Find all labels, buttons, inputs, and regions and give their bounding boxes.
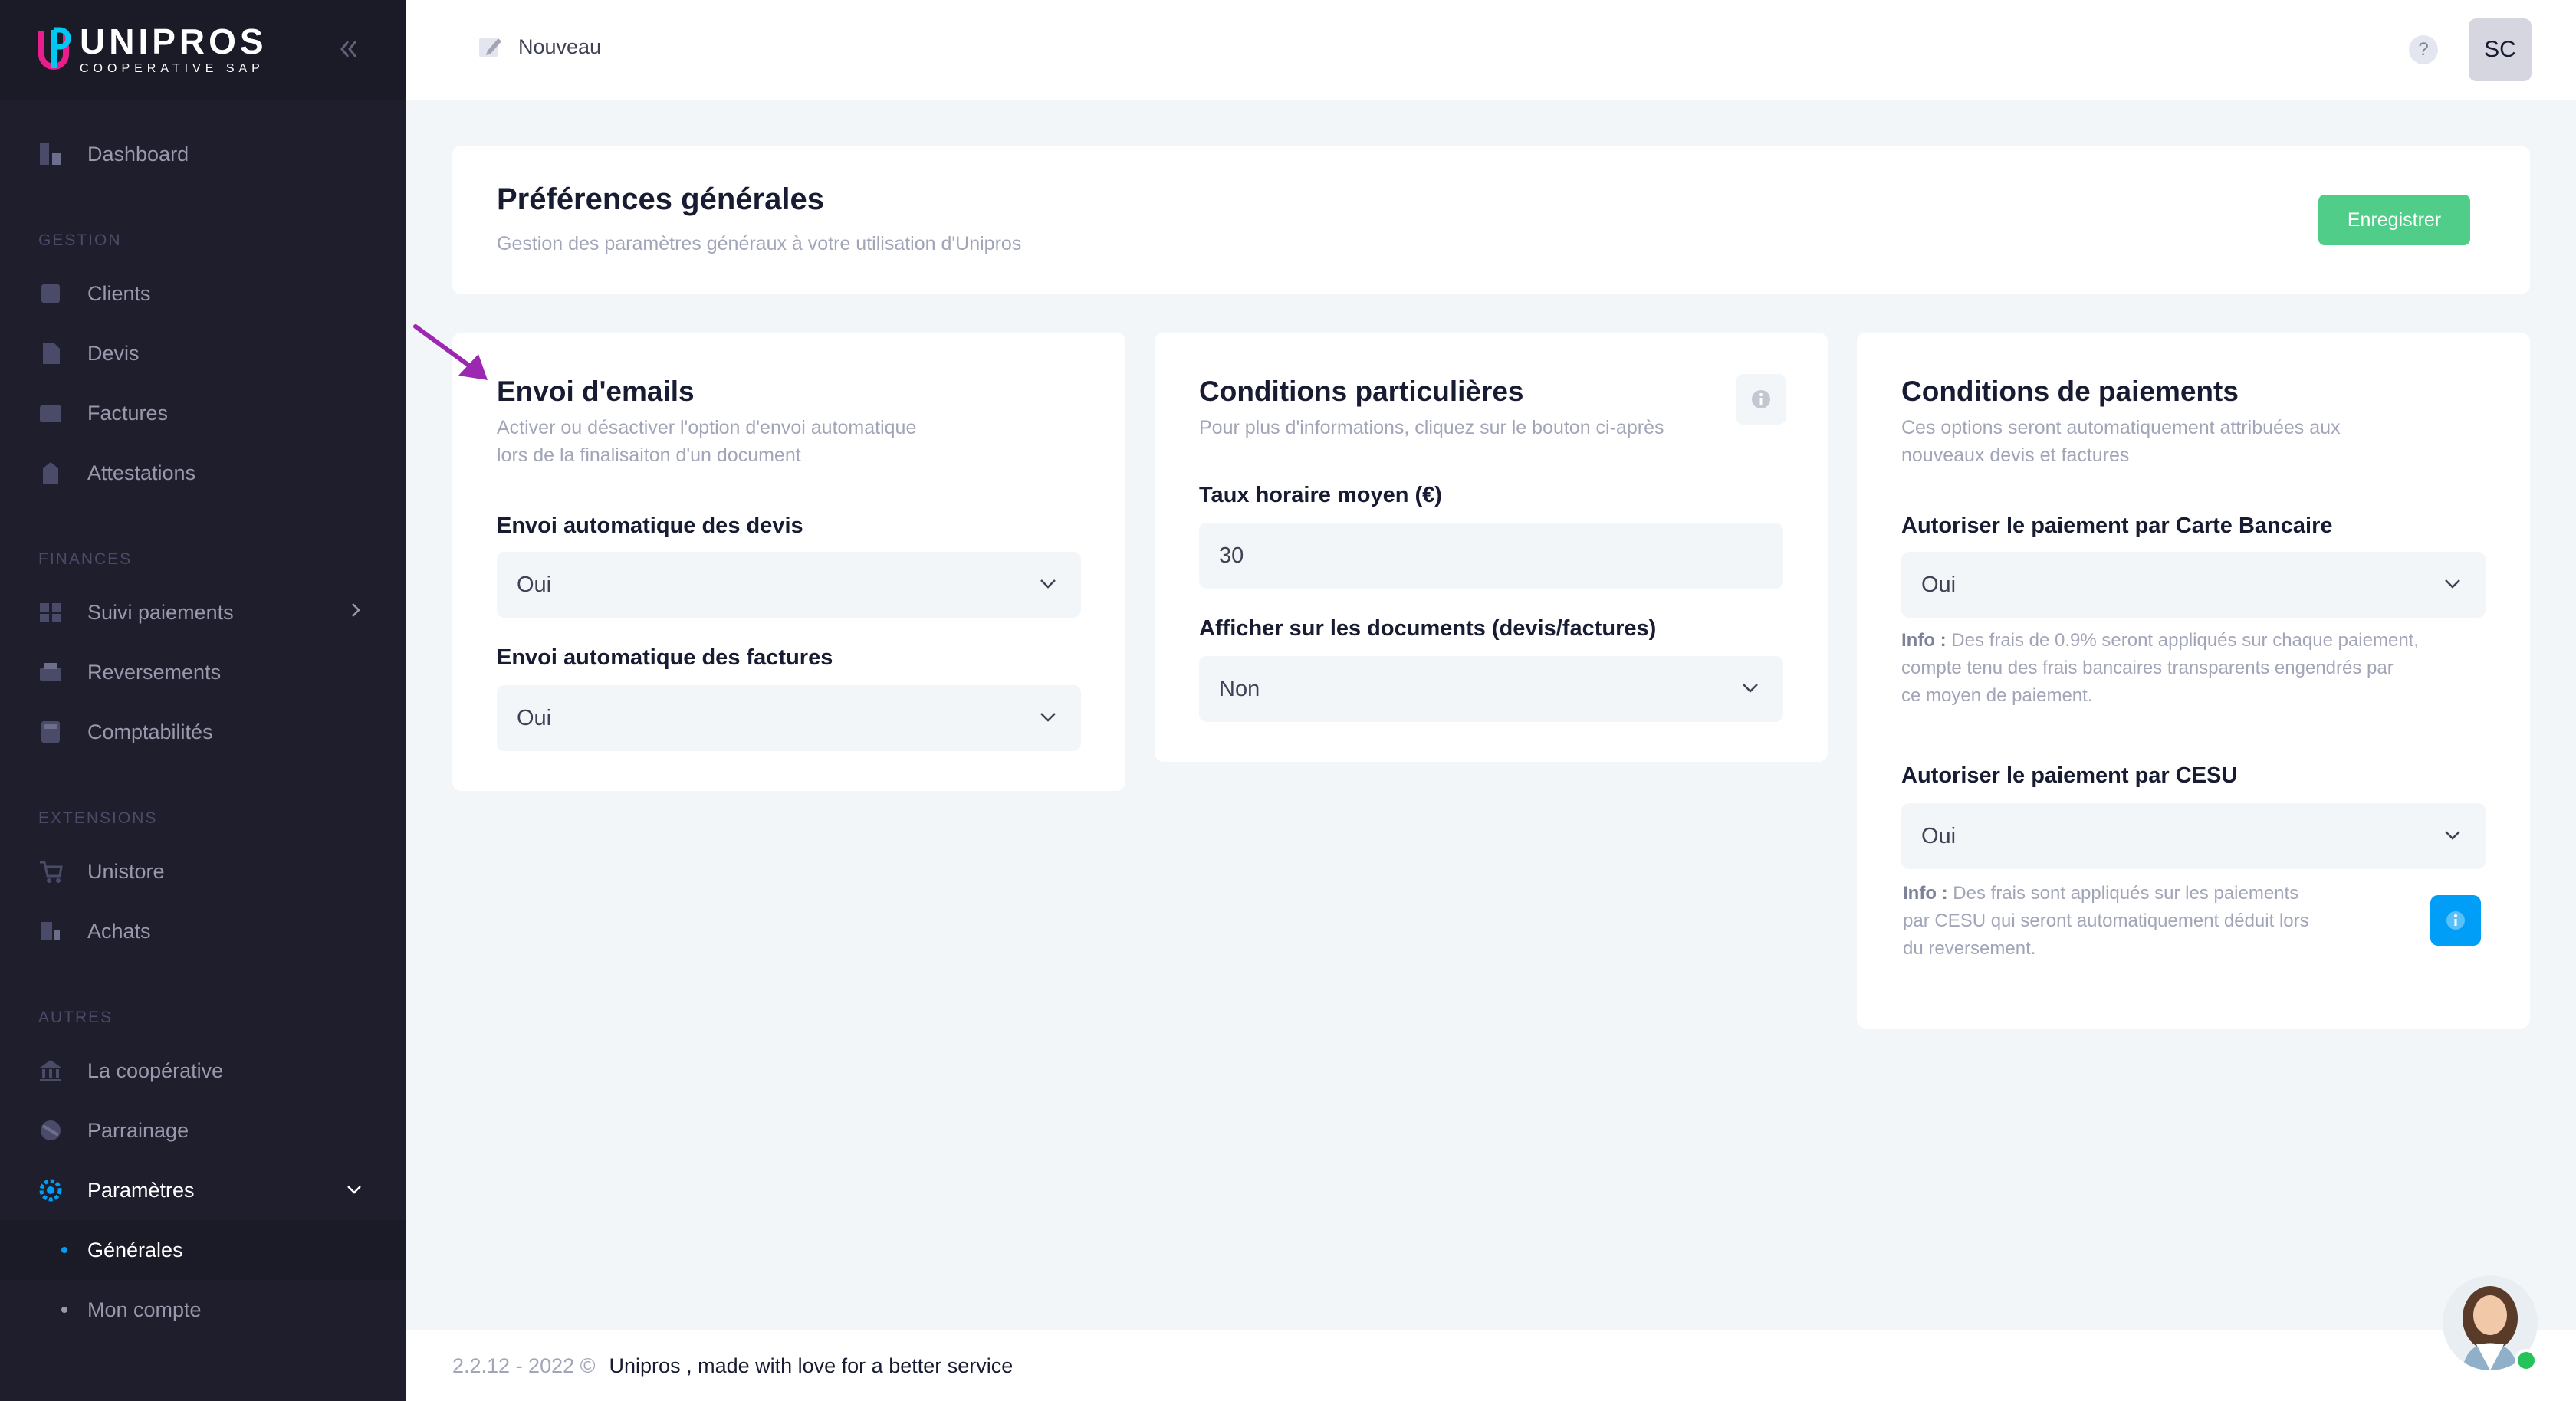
cb-info-line1: Info : Des frais de 0.9% seront appliqué… bbox=[1901, 630, 2419, 651]
collapse-sidebar-icon[interactable] bbox=[333, 34, 363, 64]
conditions-info-button[interactable] bbox=[1736, 374, 1786, 425]
cb-info-line2: compte tenu des frais bancaires transpar… bbox=[1901, 658, 2394, 678]
chevron-right-icon bbox=[348, 599, 363, 625]
sidebar-item-achats[interactable]: Achats bbox=[0, 901, 406, 961]
sidebar-item-comptabilites[interactable]: Comptabilités bbox=[0, 702, 406, 762]
top-header: Nouveau ? SC bbox=[406, 0, 2576, 100]
section-gestion: GESTION bbox=[38, 231, 122, 249]
conditions-title: Conditions particulières bbox=[1199, 376, 1524, 407]
taux-input[interactable]: 30 bbox=[1199, 523, 1783, 589]
attestations-icon bbox=[38, 461, 63, 485]
chevron-down-icon bbox=[1040, 579, 1056, 589]
cesu-info-line2: par CESU qui seront automatiquement dédu… bbox=[1903, 910, 2309, 931]
brand-tagline: COOPERATIVE SAP bbox=[80, 62, 264, 75]
dashboard-icon bbox=[38, 142, 63, 166]
cart-icon bbox=[38, 859, 63, 884]
devis-select[interactable]: Oui bbox=[497, 552, 1081, 618]
info-icon bbox=[1752, 390, 1770, 408]
cb-info-line3: ce moyen de paiement. bbox=[1901, 685, 2093, 706]
factures-icon bbox=[38, 401, 63, 425]
cesu-select[interactable]: Oui bbox=[1901, 803, 2486, 869]
afficher-select[interactable]: Non bbox=[1199, 656, 1783, 722]
sidebar-item-suivi-paiements[interactable]: Suivi paiements bbox=[0, 582, 406, 642]
sidebar-item-attestations[interactable]: Attestations bbox=[0, 443, 406, 503]
cb-label: Autoriser le paiement par Carte Bancaire bbox=[1901, 513, 2333, 538]
unipros-logo-icon bbox=[38, 27, 71, 70]
user-avatar[interactable]: SC bbox=[2469, 18, 2532, 81]
chevron-down-icon bbox=[1040, 713, 1056, 722]
factures-label: Envoi automatique des factures bbox=[497, 645, 833, 670]
annotation-arrow-icon bbox=[413, 324, 488, 380]
chevron-down-icon bbox=[2445, 831, 2460, 840]
preferences-card bbox=[452, 146, 2530, 294]
new-button[interactable]: Nouveau bbox=[477, 34, 601, 60]
chevron-down-icon bbox=[1743, 684, 1758, 693]
sidebar-item-factures[interactable]: Factures bbox=[0, 383, 406, 443]
factures-select[interactable]: Oui bbox=[497, 685, 1081, 751]
help-icon[interactable]: ? bbox=[2409, 35, 2438, 64]
page-subtitle: Gestion des paramètres généraux à votre … bbox=[497, 233, 1022, 254]
save-button[interactable]: Enregistrer bbox=[2318, 195, 2470, 245]
cesu-label: Autoriser le paiement par CESU bbox=[1901, 763, 2238, 788]
edit-icon bbox=[479, 38, 501, 57]
devis-icon bbox=[38, 341, 63, 366]
sidebar-subitem-mon-compte[interactable]: Mon compte bbox=[0, 1280, 406, 1340]
suivi-paiements-icon bbox=[38, 600, 63, 625]
page-title: Préférences générales bbox=[497, 182, 824, 216]
brand-name: UNIPROS bbox=[80, 21, 268, 61]
sidebar-item-reversements[interactable]: Reversements bbox=[0, 642, 406, 702]
achats-icon bbox=[38, 919, 63, 943]
parrainage-icon bbox=[38, 1118, 63, 1143]
cesu-info-line3: du reversement. bbox=[1903, 938, 2036, 959]
cesu-info-line1: Info : Des frais sont appliqués sur les … bbox=[1903, 883, 2299, 904]
footer-version: 2.2.12 - 2022 © bbox=[452, 1353, 596, 1377]
paiements-title: Conditions de paiements bbox=[1901, 376, 2239, 407]
paiements-subtitle-line2: nouveaux devis et factures bbox=[1901, 445, 2130, 466]
sidebar-item-cooperative[interactable]: La coopérative bbox=[0, 1041, 406, 1101]
cesu-info-button[interactable] bbox=[2430, 895, 2481, 946]
taux-label: Taux horaire moyen (€) bbox=[1199, 483, 1442, 507]
footer-text[interactable]: Unipros , made with love for a better se… bbox=[610, 1354, 1014, 1378]
clients-icon bbox=[38, 281, 63, 306]
bullet-icon bbox=[61, 1247, 67, 1253]
footer: 2.2.12 - 2022 © Unipros , made with love… bbox=[406, 1330, 2576, 1401]
afficher-label: Afficher sur les documents (devis/factur… bbox=[1199, 616, 1657, 641]
section-autres: AUTRES bbox=[38, 1009, 113, 1026]
emails-subtitle-line2: lors de la finalisaiton d'un document bbox=[497, 445, 801, 466]
bank-icon bbox=[38, 1058, 63, 1083]
section-finances: FINANCES bbox=[38, 550, 133, 568]
chevron-down-icon bbox=[345, 1177, 363, 1203]
devis-label: Envoi automatique des devis bbox=[497, 513, 803, 538]
calculator-icon bbox=[38, 720, 63, 744]
sidebar-item-parametres[interactable]: Paramètres bbox=[0, 1160, 406, 1220]
gear-icon bbox=[38, 1178, 63, 1202]
sidebar-item-parrainage[interactable]: Parrainage bbox=[0, 1101, 406, 1160]
sidebar-item-unistore[interactable]: Unistore bbox=[0, 842, 406, 901]
sidebar-item-clients[interactable]: Clients bbox=[0, 264, 406, 323]
chevron-down-icon bbox=[2445, 579, 2460, 589]
sidebar-item-dashboard[interactable]: Dashboard bbox=[0, 124, 406, 184]
reversements-icon bbox=[38, 660, 63, 684]
online-status-icon bbox=[2515, 1349, 2538, 1372]
sidebar: UNIPROS COOPERATIVE SAP Dashboard GESTIO… bbox=[0, 0, 406, 1401]
info-icon bbox=[2446, 911, 2465, 930]
sidebar-item-devis[interactable]: Devis bbox=[0, 323, 406, 383]
conditions-subtitle: Pour plus d'informations, cliquez sur le… bbox=[1199, 417, 1664, 438]
emails-subtitle-line1: Activer ou désactiver l'option d'envoi a… bbox=[497, 417, 917, 438]
brand[interactable]: UNIPROS COOPERATIVE SAP bbox=[0, 0, 406, 100]
cb-select[interactable]: Oui bbox=[1901, 552, 2486, 618]
sidebar-subitem-generales[interactable]: Générales bbox=[0, 1220, 406, 1280]
bullet-icon bbox=[61, 1307, 67, 1313]
emails-title: Envoi d'emails bbox=[497, 376, 695, 407]
section-extensions: EXTENSIONS bbox=[38, 809, 158, 827]
paiements-subtitle-line1: Ces options seront automatiquement attri… bbox=[1901, 417, 2341, 438]
